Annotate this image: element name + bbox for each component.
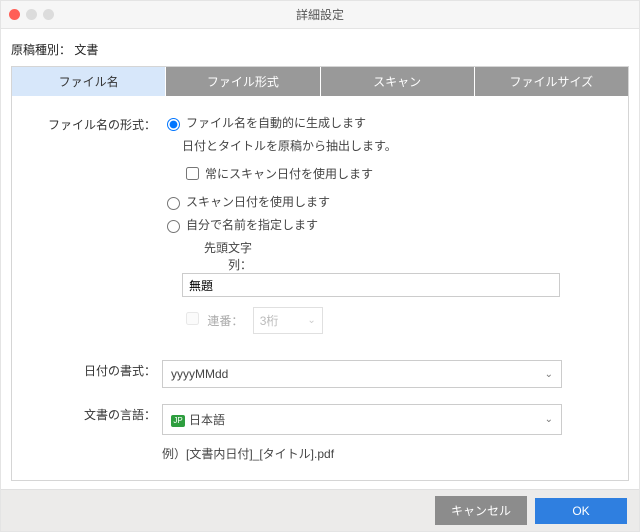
window-title: 詳細設定: [1, 1, 639, 29]
close-icon[interactable]: [9, 9, 20, 20]
serial-label: 連番：: [207, 312, 243, 329]
jp-badge-icon: JP: [171, 415, 185, 427]
auto-generate-desc: 日付とタイトルを原稿から抽出します。: [182, 137, 598, 154]
tab-bar: ファイル名 ファイル形式 スキャン ファイルサイズ: [12, 67, 628, 96]
tab-content: ファイル名の形式： ファイル名を自動的に生成します 日付とタイトルを原稿から抽出…: [12, 96, 628, 480]
tab-filename[interactable]: ファイル名: [12, 67, 166, 96]
document-type-label: 原稿種別：: [11, 43, 71, 57]
chevron-down-icon: ⌄: [307, 315, 315, 326]
tab-fileformat[interactable]: ファイル形式: [166, 67, 320, 96]
tab-filesize[interactable]: ファイルサイズ: [475, 67, 628, 96]
prefix-input[interactable]: [182, 273, 560, 297]
option-always-scan-date[interactable]: 常にスキャン日付を使用します: [182, 164, 598, 183]
prefix-label: 先頭文字列：: [182, 239, 252, 273]
document-type: 原稿種別： 文書: [1, 29, 639, 66]
radio-auto-generate-label: ファイル名を自動的に生成します: [186, 114, 366, 131]
chevron-down-icon: ⌄: [545, 369, 553, 380]
ok-button[interactable]: OK: [535, 498, 627, 524]
radio-specify-name[interactable]: [167, 220, 180, 233]
serial-value: 3桁: [260, 312, 279, 329]
checkbox-always-scan-date[interactable]: [186, 167, 199, 180]
radio-specify-name-label: 自分で名前を指定します: [186, 216, 318, 233]
serial-select: 3桁 ⌄: [253, 307, 323, 334]
radio-use-scan-date[interactable]: [167, 197, 180, 210]
date-format-label: 日付の書式：: [42, 360, 162, 379]
titlebar: 詳細設定: [1, 1, 639, 29]
dialog-footer: キャンセル OK: [1, 489, 639, 531]
tab-scan[interactable]: スキャン: [321, 67, 475, 96]
language-value-wrap: JP 日本語: [171, 411, 225, 428]
minimize-icon[interactable]: [26, 9, 37, 20]
option-auto-generate[interactable]: ファイル名を自動的に生成します: [162, 114, 598, 131]
maximize-icon[interactable]: [43, 9, 54, 20]
radio-use-scan-date-label: スキャン日付を使用します: [186, 193, 330, 210]
filename-example: 例）[文書内日付]_[タイトル].pdf: [162, 445, 598, 462]
cancel-button[interactable]: キャンセル: [435, 496, 527, 525]
settings-panel: ファイル名 ファイル形式 スキャン ファイルサイズ ファイル名の形式： ファイル…: [11, 66, 629, 481]
language-value: 日本語: [189, 413, 225, 427]
filename-format-label: ファイル名の形式：: [42, 114, 162, 133]
radio-auto-generate[interactable]: [167, 118, 180, 131]
chevron-down-icon: ⌄: [545, 414, 553, 425]
document-type-value: 文書: [74, 43, 98, 57]
language-select[interactable]: JP 日本語 ⌄: [162, 404, 562, 435]
checkbox-serial: [186, 312, 199, 325]
window-controls: [9, 9, 54, 20]
option-use-scan-date[interactable]: スキャン日付を使用します: [162, 193, 598, 210]
language-label: 文書の言語：: [42, 404, 162, 423]
checkbox-always-scan-date-label: 常にスキャン日付を使用します: [205, 165, 373, 182]
date-format-value: yyyyMMdd: [171, 367, 228, 381]
date-format-select[interactable]: yyyyMMdd ⌄: [162, 360, 562, 388]
option-specify-name[interactable]: 自分で名前を指定します: [162, 216, 598, 233]
